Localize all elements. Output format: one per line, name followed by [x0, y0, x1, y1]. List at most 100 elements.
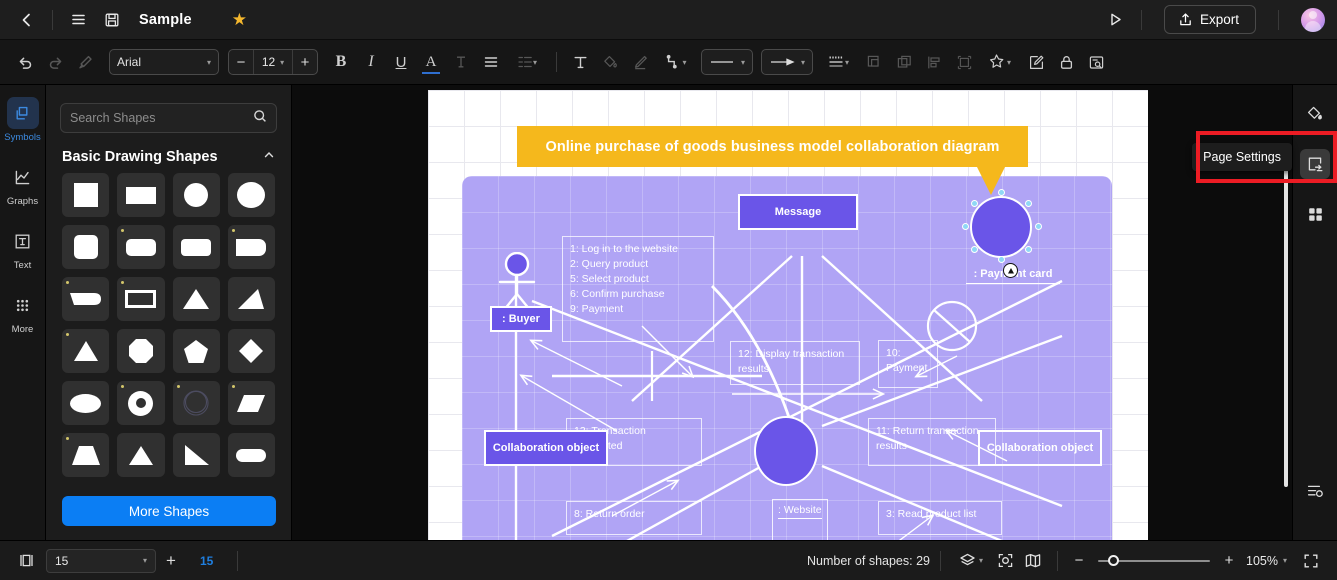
hamburger-menu-icon[interactable] — [61, 5, 95, 35]
edit-pencil-icon[interactable] — [1021, 47, 1051, 77]
page-select[interactable]: 15 ▾ — [46, 548, 156, 573]
text-strikethrough-icon[interactable] — [446, 47, 476, 77]
font-family-select[interactable]: Arial ▾ — [109, 49, 219, 75]
node-payment-card[interactable] — [970, 196, 1032, 258]
add-page-button[interactable]: + — [156, 548, 186, 574]
shape-donut[interactable] — [117, 381, 165, 425]
send-to-back-icon[interactable] — [889, 47, 919, 77]
list-settings-icon[interactable] — [1300, 476, 1330, 506]
connector-line-icon[interactable]: ▾ — [655, 47, 697, 77]
chevron-up-icon[interactable] — [263, 149, 275, 165]
group-icon[interactable] — [949, 47, 979, 77]
shape-trapezoid[interactable] — [62, 433, 110, 477]
back-arrow-icon[interactable] — [10, 5, 44, 35]
shape-rounded-rectangle-2[interactable] — [172, 225, 220, 269]
resize-handle-se[interactable] — [1025, 246, 1032, 253]
fill-bucket-icon[interactable] — [595, 47, 625, 77]
shape-square[interactable] — [62, 173, 110, 217]
line-spacing-icon[interactable]: ▾ — [506, 47, 548, 77]
avatar[interactable] — [1301, 7, 1325, 32]
label-website[interactable]: : Website — [772, 499, 828, 540]
font-size-decrease[interactable]: − — [229, 50, 253, 74]
shape-frame-rectangle[interactable] — [117, 277, 165, 321]
save-disk-icon[interactable] — [95, 5, 129, 35]
effects-star-icon[interactable]: ▾ — [979, 47, 1021, 77]
document-title[interactable]: Sample — [139, 12, 192, 28]
canvas-vertical-scrollbar[interactable] — [1284, 167, 1288, 487]
shape-rounded-rectangle[interactable] — [117, 225, 165, 269]
node-collaboration-right[interactable]: Collaboration object — [978, 430, 1102, 466]
shape-rounded-corner-rectangle[interactable] — [227, 225, 275, 269]
format-painter-icon[interactable] — [70, 47, 100, 77]
line-style-icon[interactable]: ▾ — [701, 49, 753, 75]
apps-grid-icon[interactable] — [1300, 199, 1330, 229]
shape-rounded-square[interactable] — [62, 225, 110, 269]
note-8[interactable]: 8: Return order — [566, 501, 702, 535]
line-weight-icon[interactable]: ▾ — [817, 47, 859, 77]
zoom-slider-knob[interactable] — [1108, 555, 1119, 566]
find-replace-icon[interactable] — [1081, 47, 1111, 77]
sidebar-item-text[interactable]: Text — [0, 225, 46, 271]
shape-double-circle-outline[interactable] — [172, 381, 220, 425]
zoom-in-button[interactable]: + — [1218, 550, 1240, 572]
layers-icon[interactable]: ▾ — [951, 548, 991, 574]
pen-icon[interactable] — [625, 47, 655, 77]
sidebar-item-more[interactable]: More — [0, 289, 46, 335]
font-size-increase[interactable]: + — [293, 50, 317, 74]
pages-panel-icon[interactable] — [12, 548, 40, 574]
shape-octagon[interactable] — [117, 329, 165, 373]
note-3[interactable]: 3: Read product list — [878, 501, 1002, 535]
sidebar-item-symbols[interactable]: Symbols — [0, 97, 46, 143]
resize-handle-s[interactable] — [998, 256, 1005, 263]
align-icon[interactable] — [476, 47, 506, 77]
shape-pill-capsule[interactable] — [227, 433, 275, 477]
search-input[interactable] — [70, 111, 253, 125]
shape-right-triangle[interactable] — [172, 433, 220, 477]
more-shapes-button[interactable]: More Shapes — [62, 496, 276, 526]
node-message[interactable]: Message — [738, 194, 858, 230]
note-10[interactable]: 10: Payment — [878, 340, 938, 388]
focus-icon[interactable] — [991, 548, 1019, 574]
collaboration-diagram[interactable]: Message 1: Log in to the website 2: Quer… — [462, 176, 1112, 540]
zoom-slider[interactable] — [1098, 554, 1210, 568]
resize-handle-nw[interactable] — [971, 200, 978, 207]
align-objects-icon[interactable] — [919, 47, 949, 77]
shape-cut-corner-rectangle[interactable] — [62, 277, 110, 321]
sidebar-item-graphs[interactable]: Graphs — [0, 161, 46, 207]
note-11[interactable]: 11: Return transaction results — [868, 418, 996, 466]
shape-triangle-wide[interactable] — [62, 329, 110, 373]
actor-buyer[interactable] — [492, 251, 542, 312]
note-12[interactable]: 12: Display transaction results — [730, 341, 860, 385]
text-tool-icon[interactable] — [565, 47, 595, 77]
shape-triangle-isosceles[interactable] — [117, 433, 165, 477]
shape-oval[interactable] — [62, 381, 110, 425]
page-settings-icon[interactable] — [1300, 149, 1330, 179]
star-icon[interactable]: ★ — [232, 10, 247, 30]
section-basic-drawing-shapes[interactable]: Basic Drawing Shapes — [62, 149, 275, 165]
paint-bucket-icon[interactable] — [1300, 99, 1330, 129]
shape-ellipse-round[interactable] — [227, 173, 275, 217]
shape-right-triangle-slant[interactable] — [227, 277, 275, 321]
resize-handle-e[interactable] — [1035, 223, 1042, 230]
bring-to-front-icon[interactable] — [859, 47, 889, 77]
note-messages-left[interactable]: 1: Log in to the website 2: Query produc… — [562, 236, 714, 342]
redo-icon[interactable] — [40, 47, 70, 77]
map-overview-icon[interactable] — [1019, 548, 1047, 574]
search-icon[interactable] — [253, 109, 267, 128]
rotate-handle[interactable] — [1003, 263, 1018, 278]
resize-handle-sw[interactable] — [971, 246, 978, 253]
resize-handle-ne[interactable] — [1025, 200, 1032, 207]
export-button[interactable]: Export — [1163, 5, 1256, 34]
label-buyer[interactable]: : Buyer — [490, 306, 552, 332]
play-present-icon[interactable] — [1099, 5, 1133, 35]
shape-diamond[interactable] — [227, 329, 275, 373]
shape-circle[interactable] — [172, 173, 220, 217]
diagram-title-banner[interactable]: Online purchase of goods business model … — [517, 126, 1028, 167]
search-shapes-box[interactable] — [60, 103, 277, 133]
shape-parallelogram[interactable] — [227, 381, 275, 425]
current-page-number[interactable]: 15 — [200, 554, 213, 568]
canvas-area[interactable]: Message 1: Log in to the website 2: Quer… — [292, 85, 1292, 540]
undo-icon[interactable] — [10, 47, 40, 77]
shape-triangle[interactable] — [172, 277, 220, 321]
resize-handle-w[interactable] — [962, 223, 969, 230]
